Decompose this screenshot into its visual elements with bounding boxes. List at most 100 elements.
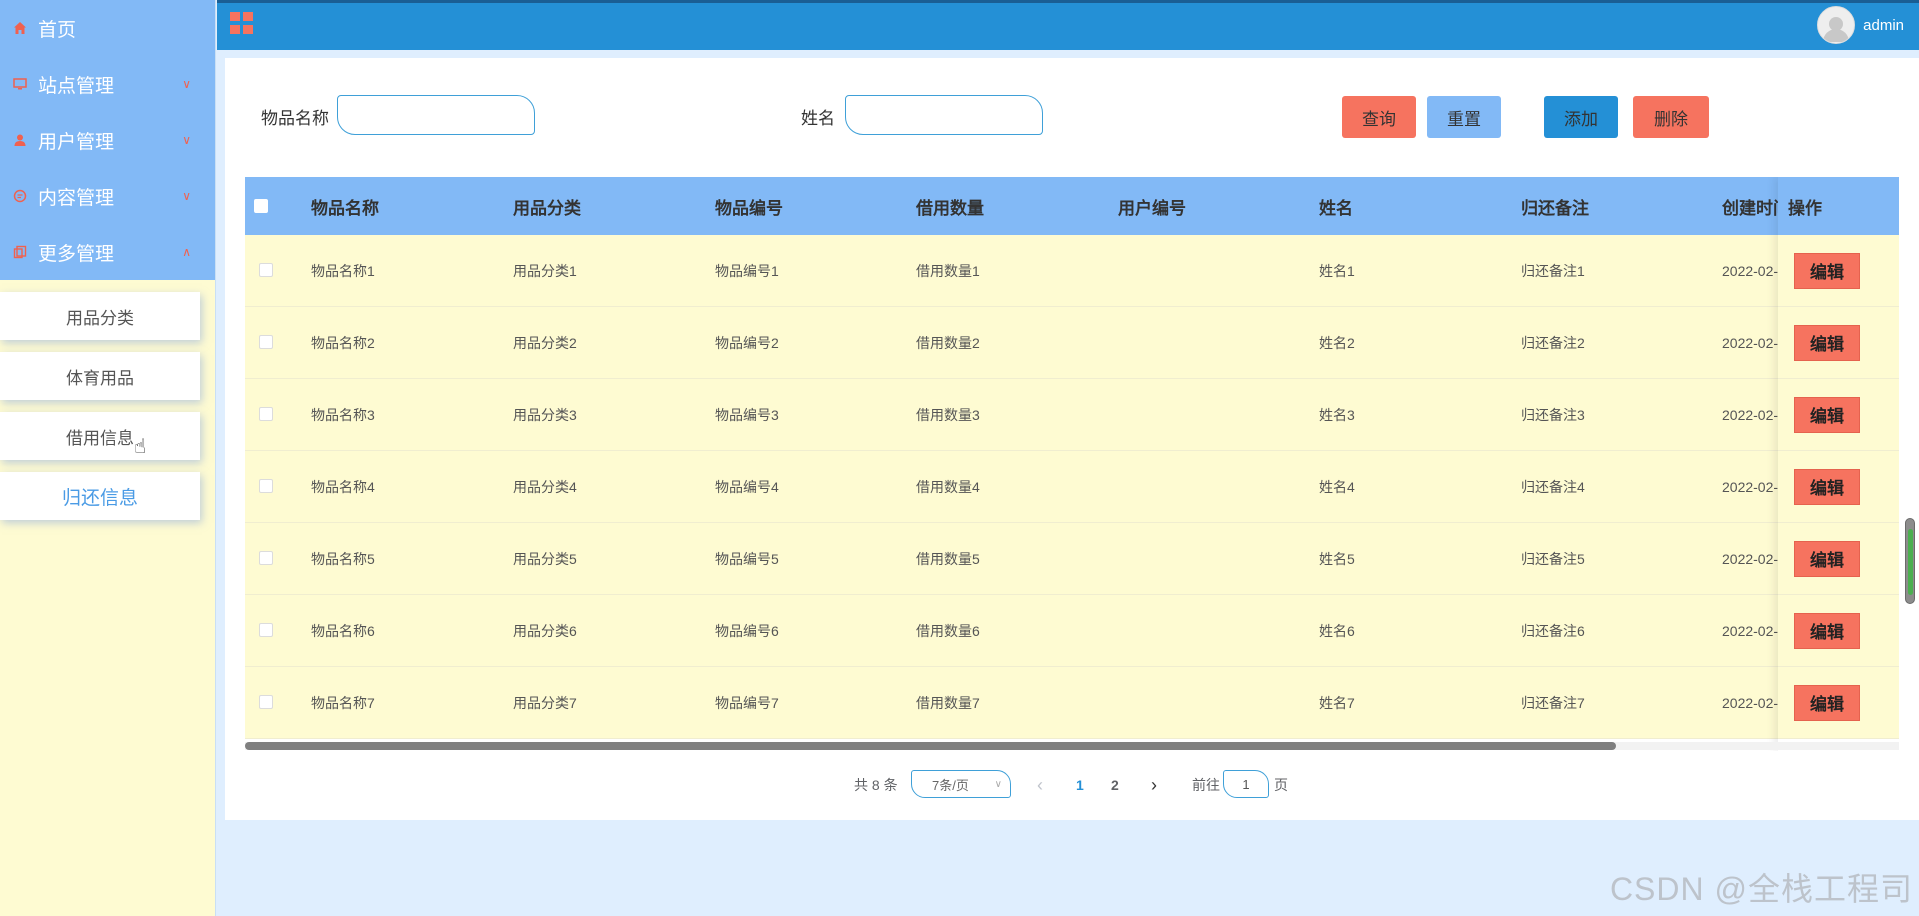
- table-cell: 2022-02-: [1722, 407, 1779, 423]
- sidebar-item-site[interactable]: 站点管理 ∨: [0, 56, 215, 112]
- table-cell: 用品分类1: [513, 263, 577, 279]
- submenu-item-sports-goods[interactable]: 体育用品: [0, 352, 200, 400]
- table-cell: 物品编号2: [715, 335, 779, 351]
- goto-page-input[interactable]: 1: [1223, 770, 1269, 798]
- data-table: 物品名称 用品分类 物品编号 借用数量 用户编号 姓名 归还备注 创建时间 物品…: [245, 177, 1899, 751]
- sidebar-item-home[interactable]: 首页: [0, 0, 215, 56]
- row-checkbox[interactable]: [259, 695, 273, 709]
- sidebar: 首页 站点管理 ∨ 用户管理 ∨ 内容管理 ∨ 更多管理 ∧ 用品分类 体育用品…: [0, 0, 216, 916]
- table-cell: 物品编号6: [715, 623, 779, 639]
- table-cell: 姓名1: [1319, 263, 1355, 279]
- user-name: admin: [1863, 16, 1904, 34]
- sidebar-item-content[interactable]: 内容管理 ∨: [0, 168, 215, 224]
- table-cell: 归还备注3: [1521, 407, 1585, 423]
- edit-button[interactable]: 编辑: [1794, 252, 1860, 289]
- edit-button[interactable]: 编辑: [1794, 684, 1860, 721]
- table-cell: 用品分类4: [513, 479, 577, 495]
- page-number[interactable]: 1: [1076, 770, 1084, 800]
- add-button[interactable]: 添加: [1544, 96, 1618, 138]
- user-icon: [12, 132, 28, 148]
- table-cell: 2022-02-: [1722, 623, 1779, 639]
- table-row[interactable]: 物品名称6 用品分类6 物品编号6 借用数量6 姓名6 归还备注6 2022-0…: [245, 595, 1899, 667]
- table-cell: 2022-02-: [1722, 479, 1779, 495]
- query-button[interactable]: 查询: [1342, 96, 1416, 138]
- next-page-button[interactable]: ›: [1151, 770, 1157, 800]
- table-cell: 2022-02-: [1722, 335, 1779, 351]
- page-size-value: 7条/页: [932, 777, 969, 793]
- operation-cell: 编辑: [1778, 667, 1899, 739]
- sidebar-item-label: 站点管理: [38, 75, 115, 97]
- edit-button[interactable]: 编辑: [1794, 396, 1860, 433]
- table-cell: 归还备注2: [1521, 335, 1585, 351]
- scrollbar-thumb[interactable]: [245, 742, 1616, 750]
- row-checkbox[interactable]: [259, 479, 273, 493]
- sidebar-item-more[interactable]: 更多管理 ∧: [0, 224, 215, 280]
- table-cell: 用品分类3: [513, 407, 577, 423]
- prev-page-button[interactable]: ‹: [1037, 770, 1043, 800]
- table-cell: 归还备注4: [1521, 479, 1585, 495]
- table-cell: 物品编号4: [715, 479, 779, 495]
- delete-button[interactable]: 删除: [1633, 96, 1709, 138]
- table-cell: 借用数量7: [916, 695, 980, 711]
- sidebar-item-user[interactable]: 用户管理 ∨: [0, 112, 215, 168]
- goto-page-value: 1: [1242, 776, 1250, 792]
- row-checkbox[interactable]: [259, 623, 273, 637]
- edit-button[interactable]: 编辑: [1794, 612, 1860, 649]
- table-row[interactable]: 物品名称5 用品分类5 物品编号5 借用数量5 姓名5 归还备注5 2022-0…: [245, 523, 1899, 595]
- table-cell: 物品编号3: [715, 407, 779, 423]
- column-header[interactable]: 姓名: [1319, 177, 1353, 235]
- table-row[interactable]: 物品名称3 用品分类3 物品编号3 借用数量3 姓名3 归还备注3 2022-0…: [245, 379, 1899, 451]
- column-header[interactable]: 归还备注: [1521, 177, 1589, 235]
- row-checkbox[interactable]: [259, 263, 273, 277]
- submenu-item-return-info[interactable]: 归还信息: [0, 472, 200, 520]
- sidebar-item-label: 用户管理: [38, 131, 115, 153]
- name-input[interactable]: [845, 95, 1043, 135]
- app-grid-icon[interactable]: [230, 12, 254, 34]
- edit-button[interactable]: 编辑: [1794, 324, 1860, 361]
- column-header[interactable]: 用品分类: [513, 177, 581, 235]
- column-header[interactable]: 物品编号: [715, 177, 783, 235]
- operation-cell: 编辑: [1778, 595, 1899, 667]
- table-cell: 物品名称2: [311, 335, 375, 351]
- horizontal-scrollbar[interactable]: [245, 742, 1899, 750]
- vertical-scrollbar[interactable]: [1905, 518, 1915, 604]
- page-size-select[interactable]: 7条/页 ∨: [911, 770, 1011, 798]
- sidebar-item-label: 内容管理: [38, 187, 115, 209]
- item-name-input[interactable]: [337, 95, 535, 135]
- table-cell: 借用数量5: [916, 551, 980, 567]
- row-checkbox[interactable]: [259, 335, 273, 349]
- column-header[interactable]: 用户编号: [1118, 177, 1186, 235]
- search-bar: 物品名称 姓名 查询 重置 添加 删除: [225, 58, 1919, 178]
- table-cell: 用品分类7: [513, 695, 577, 711]
- reset-button[interactable]: 重置: [1427, 96, 1501, 138]
- table-cell: 姓名6: [1319, 623, 1355, 639]
- scrollbar-thumb[interactable]: [1908, 529, 1913, 595]
- table-row[interactable]: 物品名称1 用品分类1 物品编号1 借用数量1 姓名1 归还备注1 2022-0…: [245, 235, 1899, 307]
- goto-prefix: 前往: [1192, 777, 1220, 793]
- select-all-checkbox[interactable]: [254, 199, 268, 213]
- edit-button[interactable]: 编辑: [1794, 540, 1860, 577]
- submenu-item-category[interactable]: 用品分类: [0, 292, 200, 340]
- column-header[interactable]: 物品名称: [311, 177, 379, 235]
- table-row[interactable]: 物品名称7 用品分类7 物品编号7 借用数量7 姓名7 归还备注7 2022-0…: [245, 667, 1899, 739]
- column-header[interactable]: 借用数量: [916, 177, 984, 235]
- table-header: 物品名称 用品分类 物品编号 借用数量 用户编号 姓名 归还备注 创建时间: [245, 177, 1899, 235]
- total-count: 共 8 条: [854, 777, 898, 793]
- sidebar-submenu: 用品分类 体育用品 借用信息 ☝ 归还信息: [0, 280, 215, 520]
- table-row[interactable]: 物品名称4 用品分类4 物品编号4 借用数量4 姓名4 归还备注4 2022-0…: [245, 451, 1899, 523]
- row-checkbox[interactable]: [259, 551, 273, 565]
- edit-button[interactable]: 编辑: [1794, 468, 1860, 505]
- table-cell: 2022-02-: [1722, 695, 1779, 711]
- operation-cell: 编辑: [1778, 451, 1899, 523]
- table-cell: 归还备注6: [1521, 623, 1585, 639]
- row-checkbox[interactable]: [259, 407, 273, 421]
- pagination: 共 8 条 7条/页 ∨ ‹ 1 2 › 前往 1 页: [225, 770, 1919, 800]
- table-row[interactable]: 物品名称2 用品分类2 物品编号2 借用数量2 姓名2 归还备注2 2022-0…: [245, 307, 1899, 379]
- table-cell: 物品编号1: [715, 263, 779, 279]
- page-number[interactable]: 2: [1111, 770, 1119, 800]
- submenu-item-label: 用品分类: [66, 308, 134, 328]
- submenu-item-borrow-info[interactable]: 借用信息 ☝: [0, 412, 200, 460]
- avatar: [1817, 6, 1856, 44]
- submenu-item-label: 借用信息: [66, 428, 134, 448]
- user-menu[interactable]: admin: [1817, 6, 1904, 44]
